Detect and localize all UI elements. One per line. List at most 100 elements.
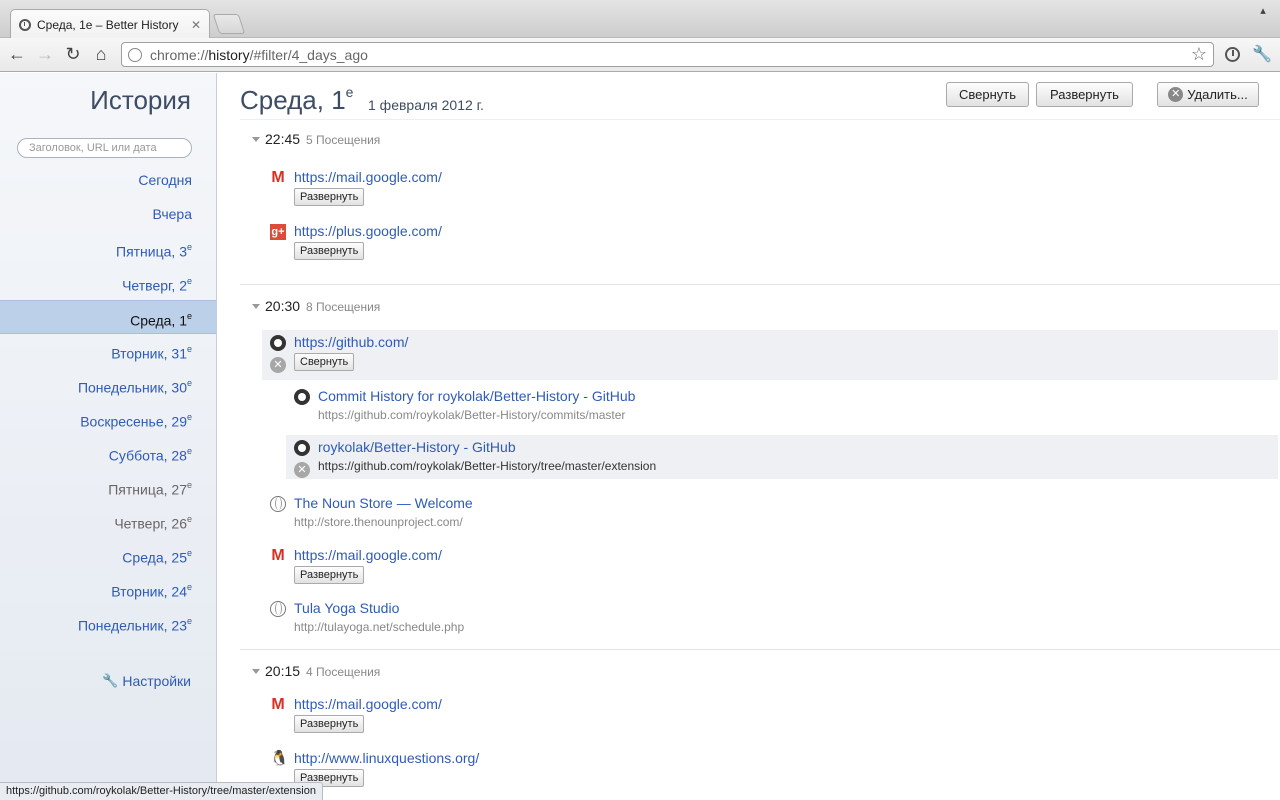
gmail-icon: M bbox=[271, 169, 285, 186]
settings-link[interactable]: 🔧 Настройки bbox=[102, 673, 191, 689]
wrench-menu-icon[interactable]: 🔧 bbox=[1251, 44, 1273, 66]
sidebar-day-suffix: е bbox=[186, 276, 192, 286]
sidebar-day-suffix: е bbox=[186, 514, 192, 524]
group-visit-count: 5 Посещения bbox=[306, 133, 381, 147]
sidebar-day-label: Понедельник, 23 bbox=[77, 617, 187, 634]
visit-link[interactable]: https://mail.google.com/ bbox=[294, 547, 442, 563]
visit-item: Mhttps://mail.google.com/Развернуть bbox=[262, 543, 1278, 587]
group-visit-count: 4 Посещения bbox=[306, 665, 381, 679]
forward-arrow-icon[interactable]: → bbox=[32, 42, 58, 66]
visit-url: https://github.com/roykolak/Better-Histo… bbox=[318, 459, 657, 473]
back-arrow-icon[interactable]: ← bbox=[4, 42, 30, 66]
sidebar-day-suffix: е bbox=[186, 344, 192, 354]
delete-button[interactable]: ✕ Удалить... bbox=[1157, 82, 1259, 107]
settings-label: Настройки bbox=[122, 673, 191, 689]
expand-visits-button[interactable]: Развернуть bbox=[294, 188, 365, 206]
expand-visits-button[interactable]: Развернуть bbox=[294, 715, 365, 733]
visit-link[interactable]: Tula Yoga Studio bbox=[294, 600, 399, 616]
visit-group: 20:30 8 Посещения https://github.com/Сверн… bbox=[240, 284, 1280, 649]
active-tab[interactable]: Среда, 1е – Better History ✕ bbox=[10, 9, 210, 39]
history-extension-button[interactable] bbox=[1221, 44, 1243, 66]
sidebar-title: История bbox=[90, 85, 191, 115]
window-fullscreen-icon[interactable]: ▴ bbox=[1256, 4, 1270, 18]
delete-x-icon: ✕ bbox=[1168, 87, 1184, 102]
visit-link[interactable]: https://mail.google.com/ bbox=[294, 169, 442, 185]
visit-link[interactable]: https://plus.google.com/ bbox=[294, 223, 442, 239]
sidebar-day-label: Вторник, 24 bbox=[111, 583, 187, 600]
sidebar-day-item[interactable]: Вчера bbox=[0, 198, 216, 232]
address-bar[interactable]: chrome://history/#filter/4_days_ago ☆ bbox=[121, 42, 1214, 67]
visit-groups: 22:45 5 Посещения Mhttps://mail.google.com… bbox=[240, 129, 1280, 800]
history-clock-icon bbox=[19, 18, 31, 31]
delete-visit-icon[interactable]: ✕ bbox=[270, 357, 286, 373]
sidebar-day-item[interactable]: Среда, 25е bbox=[0, 538, 216, 572]
visit-link[interactable]: http://www.linuxquestions.org/ bbox=[294, 750, 479, 766]
home-icon[interactable]: ⌂ bbox=[88, 42, 114, 66]
visit-item: Mhttps://mail.google.com/Развернуть bbox=[262, 165, 1278, 209]
group-header[interactable]: 20:30 8 Посещения bbox=[252, 298, 380, 314]
sidebar-day-label: Среда, 1 bbox=[130, 312, 187, 329]
globe-icon bbox=[270, 601, 286, 617]
gmail-icon: M bbox=[271, 547, 285, 564]
google-plus-icon: g+ bbox=[270, 224, 286, 240]
sidebar-day-item[interactable]: Четверг, 2е bbox=[0, 266, 216, 300]
reload-icon[interactable]: ↻ bbox=[60, 42, 86, 66]
visit-item: Commit History for roykolak/Better-Histo… bbox=[286, 384, 1278, 428]
sidebar-day-suffix: е bbox=[186, 311, 192, 321]
sidebar-day-label: Сегодня bbox=[138, 172, 192, 188]
sidebar-day-item[interactable]: Среда, 1е bbox=[0, 300, 216, 334]
header-divider bbox=[240, 119, 1280, 120]
sidebar-day-item[interactable]: Суббота, 28е bbox=[0, 436, 216, 470]
sidebar-day-item[interactable]: Сегодня bbox=[0, 164, 216, 198]
sidebar-day-item[interactable]: Понедельник, 23е bbox=[0, 606, 216, 640]
sidebar-day-item[interactable]: Вторник, 24е bbox=[0, 572, 216, 606]
tab-strip: Среда, 1е – Better History ✕ ▴ bbox=[0, 0, 1280, 39]
sidebar-day-label: Пятница, 27 bbox=[108, 481, 187, 498]
sidebar-day-suffix: е bbox=[186, 616, 192, 626]
visit-link[interactable]: Commit History for roykolak/Better-Histo… bbox=[318, 388, 635, 404]
expand-all-button[interactable]: Развернуть bbox=[1036, 82, 1133, 107]
visit-link[interactable]: roykolak/Better-History - GitHub bbox=[318, 439, 516, 455]
browser-toolbar: ← → ↻ ⌂ chrome://history/#filter/4_days_… bbox=[0, 38, 1280, 72]
bookmark-star-icon[interactable]: ☆ bbox=[1191, 44, 1207, 65]
day-list: Сегодня Вчера Пятница, 3е Четверг, 2е Среда,… bbox=[0, 164, 216, 640]
visit-link[interactable]: https://github.com/ bbox=[294, 334, 408, 350]
delete-visit-icon[interactable]: ✕ bbox=[294, 462, 310, 478]
disclosure-triangle-icon[interactable] bbox=[252, 669, 260, 674]
sidebar-day-item[interactable]: Пятница, 27е bbox=[0, 470, 216, 504]
group-header[interactable]: 20:15 4 Посещения bbox=[252, 663, 380, 679]
visit-group: 20:15 4 Посещения Mhttps://mail.google.com… bbox=[240, 649, 1280, 800]
sidebar-day-suffix: е bbox=[186, 480, 192, 490]
tab-title: Среда, 1е – Better History bbox=[37, 17, 179, 32]
sidebar-day-item[interactable]: Пятница, 3е bbox=[0, 232, 216, 266]
search-input[interactable] bbox=[17, 138, 192, 158]
disclosure-triangle-icon[interactable] bbox=[252, 304, 260, 309]
visit-item: roykolak/Better-History - GitHub https://… bbox=[286, 435, 1278, 479]
group-visit-count: 8 Посещения bbox=[306, 300, 381, 314]
sidebar-day-item[interactable]: Вторник, 31е bbox=[0, 334, 216, 368]
sidebar-day-label: Четверг, 2 bbox=[122, 277, 187, 294]
github-icon bbox=[294, 440, 310, 456]
sidebar-day-label: Вчера bbox=[152, 206, 192, 222]
sidebar-day-item[interactable]: Понедельник, 30е bbox=[0, 368, 216, 402]
expand-visits-button[interactable]: Развернуть bbox=[294, 242, 365, 260]
collapse-all-button[interactable]: Свернуть bbox=[946, 82, 1029, 107]
collapse-visits-button[interactable]: Свернуть bbox=[294, 353, 355, 371]
sidebar-day-suffix: е bbox=[186, 548, 192, 558]
sidebar-day-item[interactable]: Воскресенье, 29е bbox=[0, 402, 216, 436]
sidebar-day-label: Среда, 25 bbox=[122, 549, 187, 566]
sidebar-day-label: Понедельник, 30 bbox=[77, 379, 187, 396]
tab-close-icon[interactable]: ✕ bbox=[191, 18, 201, 32]
new-tab-button[interactable] bbox=[212, 14, 246, 34]
visit-item: 🐧 http://www.linuxquestions.org/Развернут… bbox=[262, 746, 1278, 790]
page-globe-icon bbox=[128, 47, 142, 62]
expand-visits-button[interactable]: Развернуть bbox=[294, 566, 365, 584]
disclosure-triangle-icon[interactable] bbox=[252, 137, 260, 142]
group-time: 20:30 bbox=[265, 298, 301, 314]
clock-icon bbox=[1224, 47, 1240, 63]
group-header[interactable]: 22:45 5 Посещения bbox=[252, 131, 380, 147]
sidebar-day-item[interactable]: Четверг, 26е bbox=[0, 504, 216, 538]
visit-link[interactable]: The Noun Store — Welcome bbox=[294, 495, 473, 511]
visit-url: http://tulayoga.net/schedule.php bbox=[294, 620, 465, 634]
visit-link[interactable]: https://mail.google.com/ bbox=[294, 696, 442, 712]
